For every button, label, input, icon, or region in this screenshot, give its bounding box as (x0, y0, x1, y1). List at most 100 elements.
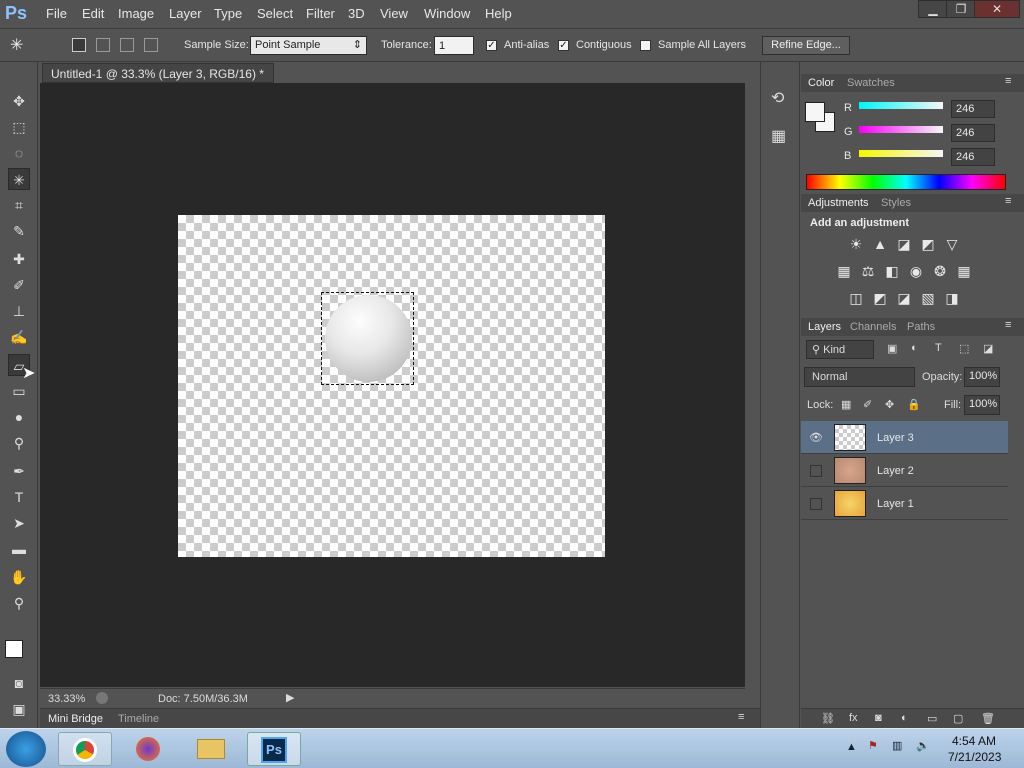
menu-filter[interactable]: Filter (306, 6, 335, 21)
hue-saturation-icon[interactable]: ▦ (835, 263, 853, 279)
black-white-icon[interactable]: ◧ (883, 263, 901, 279)
restore-button[interactable]: ❐ (946, 0, 976, 18)
layer-name[interactable]: Layer 2 (877, 465, 914, 477)
explorer-taskbar-button[interactable] (184, 732, 238, 766)
start-button[interactable] (6, 731, 46, 767)
tab-adjustments[interactable]: Adjustments (808, 197, 869, 209)
blend-mode-select[interactable]: Normal (804, 367, 915, 387)
tab-timeline[interactable]: Timeline (118, 713, 159, 725)
b-slider[interactable] (859, 150, 943, 157)
sample-all-layers-checkbox[interactable] (640, 40, 651, 51)
lock-all-icon[interactable]: 🔒 (907, 398, 921, 411)
curves-icon[interactable]: ◪ (895, 236, 913, 252)
color-balance-icon[interactable]: ⚖ (859, 263, 877, 279)
threshold-icon[interactable]: ◪ (895, 290, 913, 306)
menu-help[interactable]: Help (485, 6, 512, 21)
selective-color-icon[interactable]: ◨ (943, 290, 961, 306)
color-foreground-swatch[interactable] (805, 102, 825, 122)
r-slider[interactable] (859, 102, 943, 109)
status-menu-arrow-icon[interactable]: ▶ (286, 691, 294, 704)
tab-swatches[interactable]: Swatches (847, 77, 895, 89)
refine-edge-button[interactable]: Refine Edge... (762, 36, 850, 55)
eyedropper-tool-icon[interactable]: ✎ (8, 220, 30, 242)
marquee-tool-icon[interactable]: ⬚ (8, 116, 30, 138)
canvas-area[interactable]: ➤ (22, 83, 745, 687)
photoshop-taskbar-button[interactable]: Ps (247, 732, 301, 766)
move-tool-icon[interactable]: ✥ (8, 90, 30, 112)
properties-panel-icon[interactable]: ▦ (771, 126, 786, 146)
layer-row-1[interactable]: Layer 1 (801, 487, 1008, 520)
b-value[interactable]: 246 (951, 148, 995, 166)
lock-transparent-icon[interactable]: ▦ (841, 398, 851, 411)
path-selection-tool-icon[interactable]: ➤ (8, 512, 30, 534)
trash-icon[interactable]: 🗑 (981, 712, 995, 725)
menu-view[interactable]: View (380, 6, 408, 21)
intersect-selection-icon[interactable] (144, 38, 158, 52)
quick-mask-icon[interactable]: ◙ (8, 672, 30, 694)
tab-styles[interactable]: Styles (881, 197, 911, 209)
dodge-tool-icon[interactable]: ⚲ (8, 432, 30, 454)
blur-tool-icon[interactable]: ● (8, 406, 30, 428)
panel-menu-icon[interactable]: ≡ (1005, 195, 1011, 207)
magic-wand-tool-icon[interactable]: ✳ (8, 168, 30, 190)
status-info-icon[interactable] (96, 692, 108, 704)
menu-select[interactable]: Select (257, 6, 293, 21)
adjustment-layer-icon[interactable]: ◐ (901, 712, 908, 724)
tab-layers[interactable]: Layers (808, 321, 841, 333)
channel-mixer-icon[interactable]: ❂ (931, 263, 949, 279)
tab-channels[interactable]: Channels (850, 321, 896, 333)
fill-value[interactable]: 100% (964, 395, 1000, 415)
volume-icon[interactable]: 🔈 (916, 739, 930, 752)
foreground-color-swatch[interactable] (5, 640, 23, 658)
lock-position-icon[interactable]: ✥ (885, 398, 894, 411)
network-icon[interactable]: ▥ (892, 739, 902, 752)
menu-type[interactable]: Type (214, 6, 242, 21)
filter-shape-icon[interactable]: ⬚ (959, 342, 969, 355)
invert-icon[interactable]: ◫ (847, 290, 865, 306)
levels-icon[interactable]: ▲ (871, 236, 889, 252)
menu-image[interactable]: Image (118, 6, 154, 21)
lasso-tool-icon[interactable]: ◌ (8, 142, 30, 164)
g-slider[interactable] (859, 126, 943, 133)
document-tab[interactable]: Untitled-1 @ 33.3% (Layer 3, RGB/16) * × (42, 63, 274, 95)
filter-type-icon[interactable]: T (935, 342, 942, 354)
layer-name[interactable]: Layer 1 (877, 498, 914, 510)
tab-mini-bridge[interactable]: Mini Bridge (48, 713, 103, 725)
vibrance-icon[interactable]: ▽ (943, 236, 961, 252)
panel-menu-icon[interactable]: ≡ (1005, 319, 1011, 331)
color-lookup-icon[interactable]: ▦ (955, 263, 973, 279)
magic-wand-icon[interactable]: ✳ (10, 35, 23, 55)
menu-edit[interactable]: Edit (82, 6, 104, 21)
clock-time[interactable]: 4:54 AM (952, 734, 996, 748)
menu-layer[interactable]: Layer (169, 6, 202, 21)
filter-smart-object-icon[interactable]: ◪ (983, 342, 993, 355)
exposure-icon[interactable]: ◩ (919, 236, 937, 252)
lock-image-icon[interactable]: ✐ (863, 398, 872, 411)
layer-name[interactable]: Layer 3 (877, 432, 914, 444)
clone-stamp-tool-icon[interactable]: ⊥ (8, 300, 30, 322)
pen-tool-icon[interactable]: ✒ (8, 460, 30, 482)
history-panel-icon[interactable]: ⟲ (771, 88, 784, 108)
healing-brush-tool-icon[interactable]: ✚ (8, 248, 30, 270)
sample-size-select[interactable]: Point Sample ⇕ (250, 36, 367, 55)
history-brush-tool-icon[interactable]: ✍ (8, 326, 30, 348)
panel-menu-icon[interactable]: ≡ (738, 711, 744, 723)
link-layers-icon[interactable]: ⛓ (821, 712, 835, 725)
menu-file[interactable]: File (46, 6, 67, 21)
zoom-level[interactable]: 33.33% (48, 693, 85, 705)
new-selection-icon[interactable] (72, 38, 86, 52)
layer-row-3[interactable]: 👁 Layer 3 (801, 421, 1008, 454)
layer-style-icon[interactable]: fx (849, 712, 858, 724)
layer-mask-icon[interactable]: ◙ (875, 712, 882, 724)
subtract-selection-icon[interactable] (120, 38, 134, 52)
add-selection-icon[interactable] (96, 38, 110, 52)
photo-filter-icon[interactable]: ◉ (907, 263, 925, 279)
panel-menu-icon[interactable]: ≡ (1005, 75, 1011, 87)
rectangle-tool-icon[interactable]: ▬ (8, 538, 30, 560)
tab-paths[interactable]: Paths (907, 321, 935, 333)
menu-3d[interactable]: 3D (348, 6, 365, 21)
document-canvas[interactable] (178, 215, 605, 557)
action-center-icon[interactable]: ⚑ (868, 739, 878, 752)
close-button[interactable]: ✕ (974, 0, 1020, 18)
crop-tool-icon[interactable]: ⌗ (8, 194, 30, 216)
